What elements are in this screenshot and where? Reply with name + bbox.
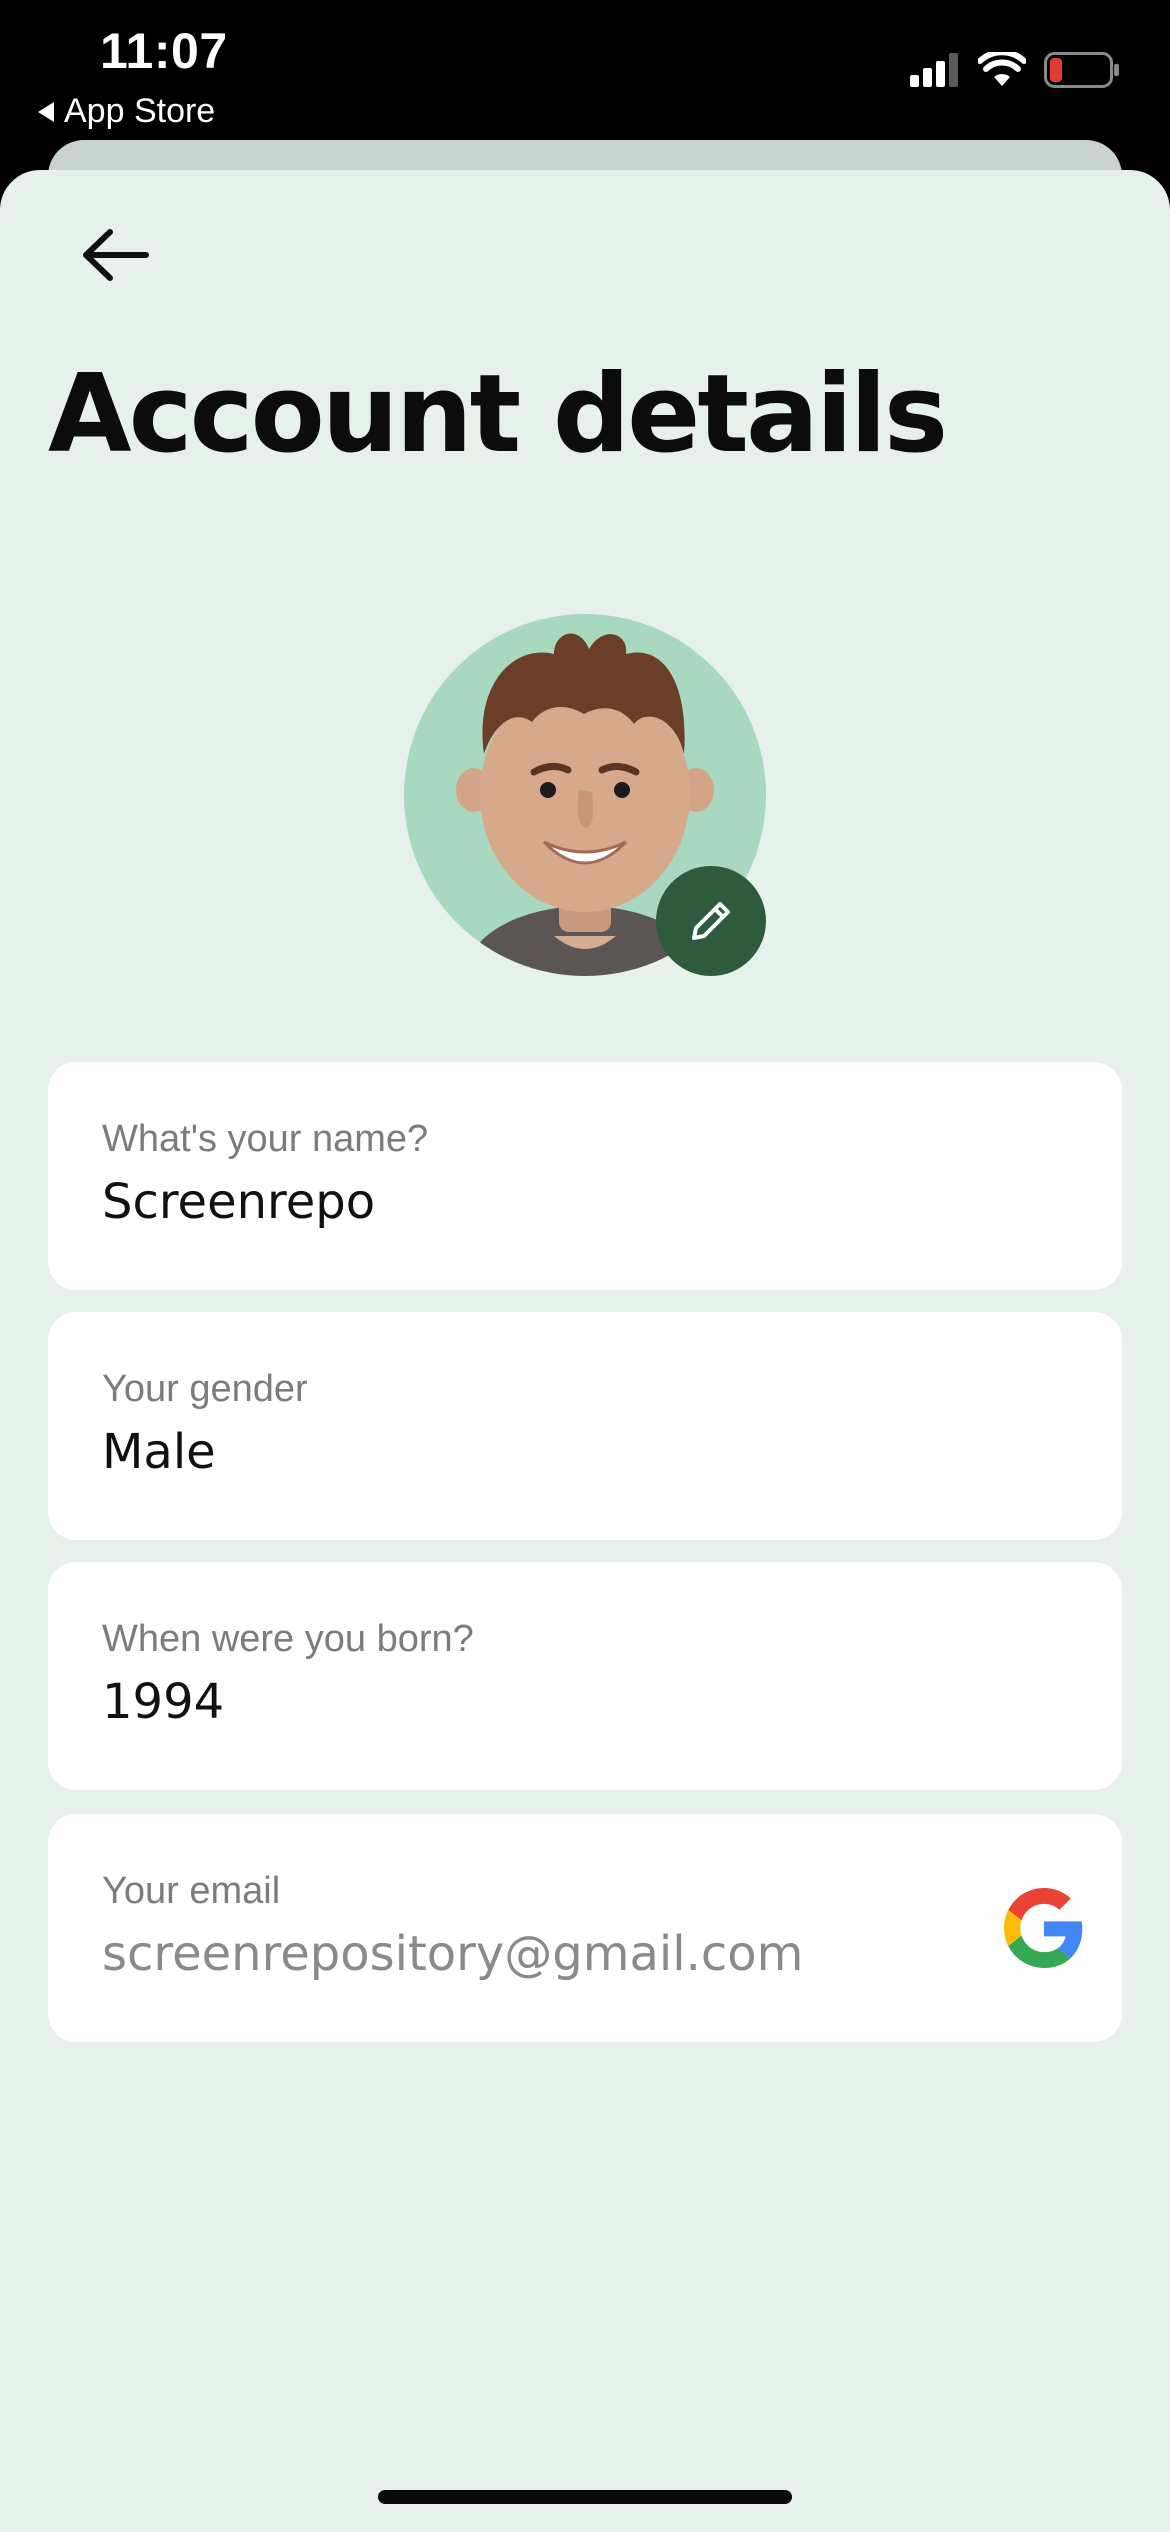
email-value: screenrepository@gmail.com — [102, 1926, 804, 1982]
cellular-signal-icon — [910, 53, 958, 87]
avatar-container — [404, 614, 766, 976]
status-time: 11:07 — [100, 23, 228, 79]
birth-year-value: 1994 — [102, 1674, 225, 1730]
birth-year-label: When were you born? — [102, 1618, 474, 1660]
google-icon — [1004, 1888, 1083, 1968]
email-label: Your email — [102, 1870, 281, 1912]
page-title: Account details — [48, 352, 948, 477]
gender-value: Male — [102, 1424, 216, 1480]
pencil-icon — [692, 902, 730, 940]
name-field[interactable]: What's your name? Screenrepo — [48, 1062, 1122, 1290]
back-app-label: App Store — [64, 92, 216, 130]
status-icons — [910, 52, 1120, 88]
name-value: Screenrepo — [102, 1174, 376, 1230]
gender-field[interactable]: Your gender Male — [48, 1312, 1122, 1540]
email-field: Your email screenrepository@gmail.com — [48, 1814, 1122, 2042]
wifi-icon — [978, 52, 1026, 86]
gender-label: Your gender — [102, 1368, 308, 1410]
home-indicator[interactable] — [378, 2490, 792, 2504]
back-to-app-store[interactable]: App Store — [38, 92, 215, 131]
arrow-left-icon[interactable] — [76, 220, 156, 290]
birth-year-field[interactable]: When were you born? 1994 — [48, 1562, 1122, 1790]
battery-low-icon — [1044, 52, 1119, 88]
back-triangle-icon — [38, 101, 54, 122]
edit-avatar-button[interactable] — [656, 866, 766, 976]
name-label: What's your name? — [102, 1118, 429, 1160]
